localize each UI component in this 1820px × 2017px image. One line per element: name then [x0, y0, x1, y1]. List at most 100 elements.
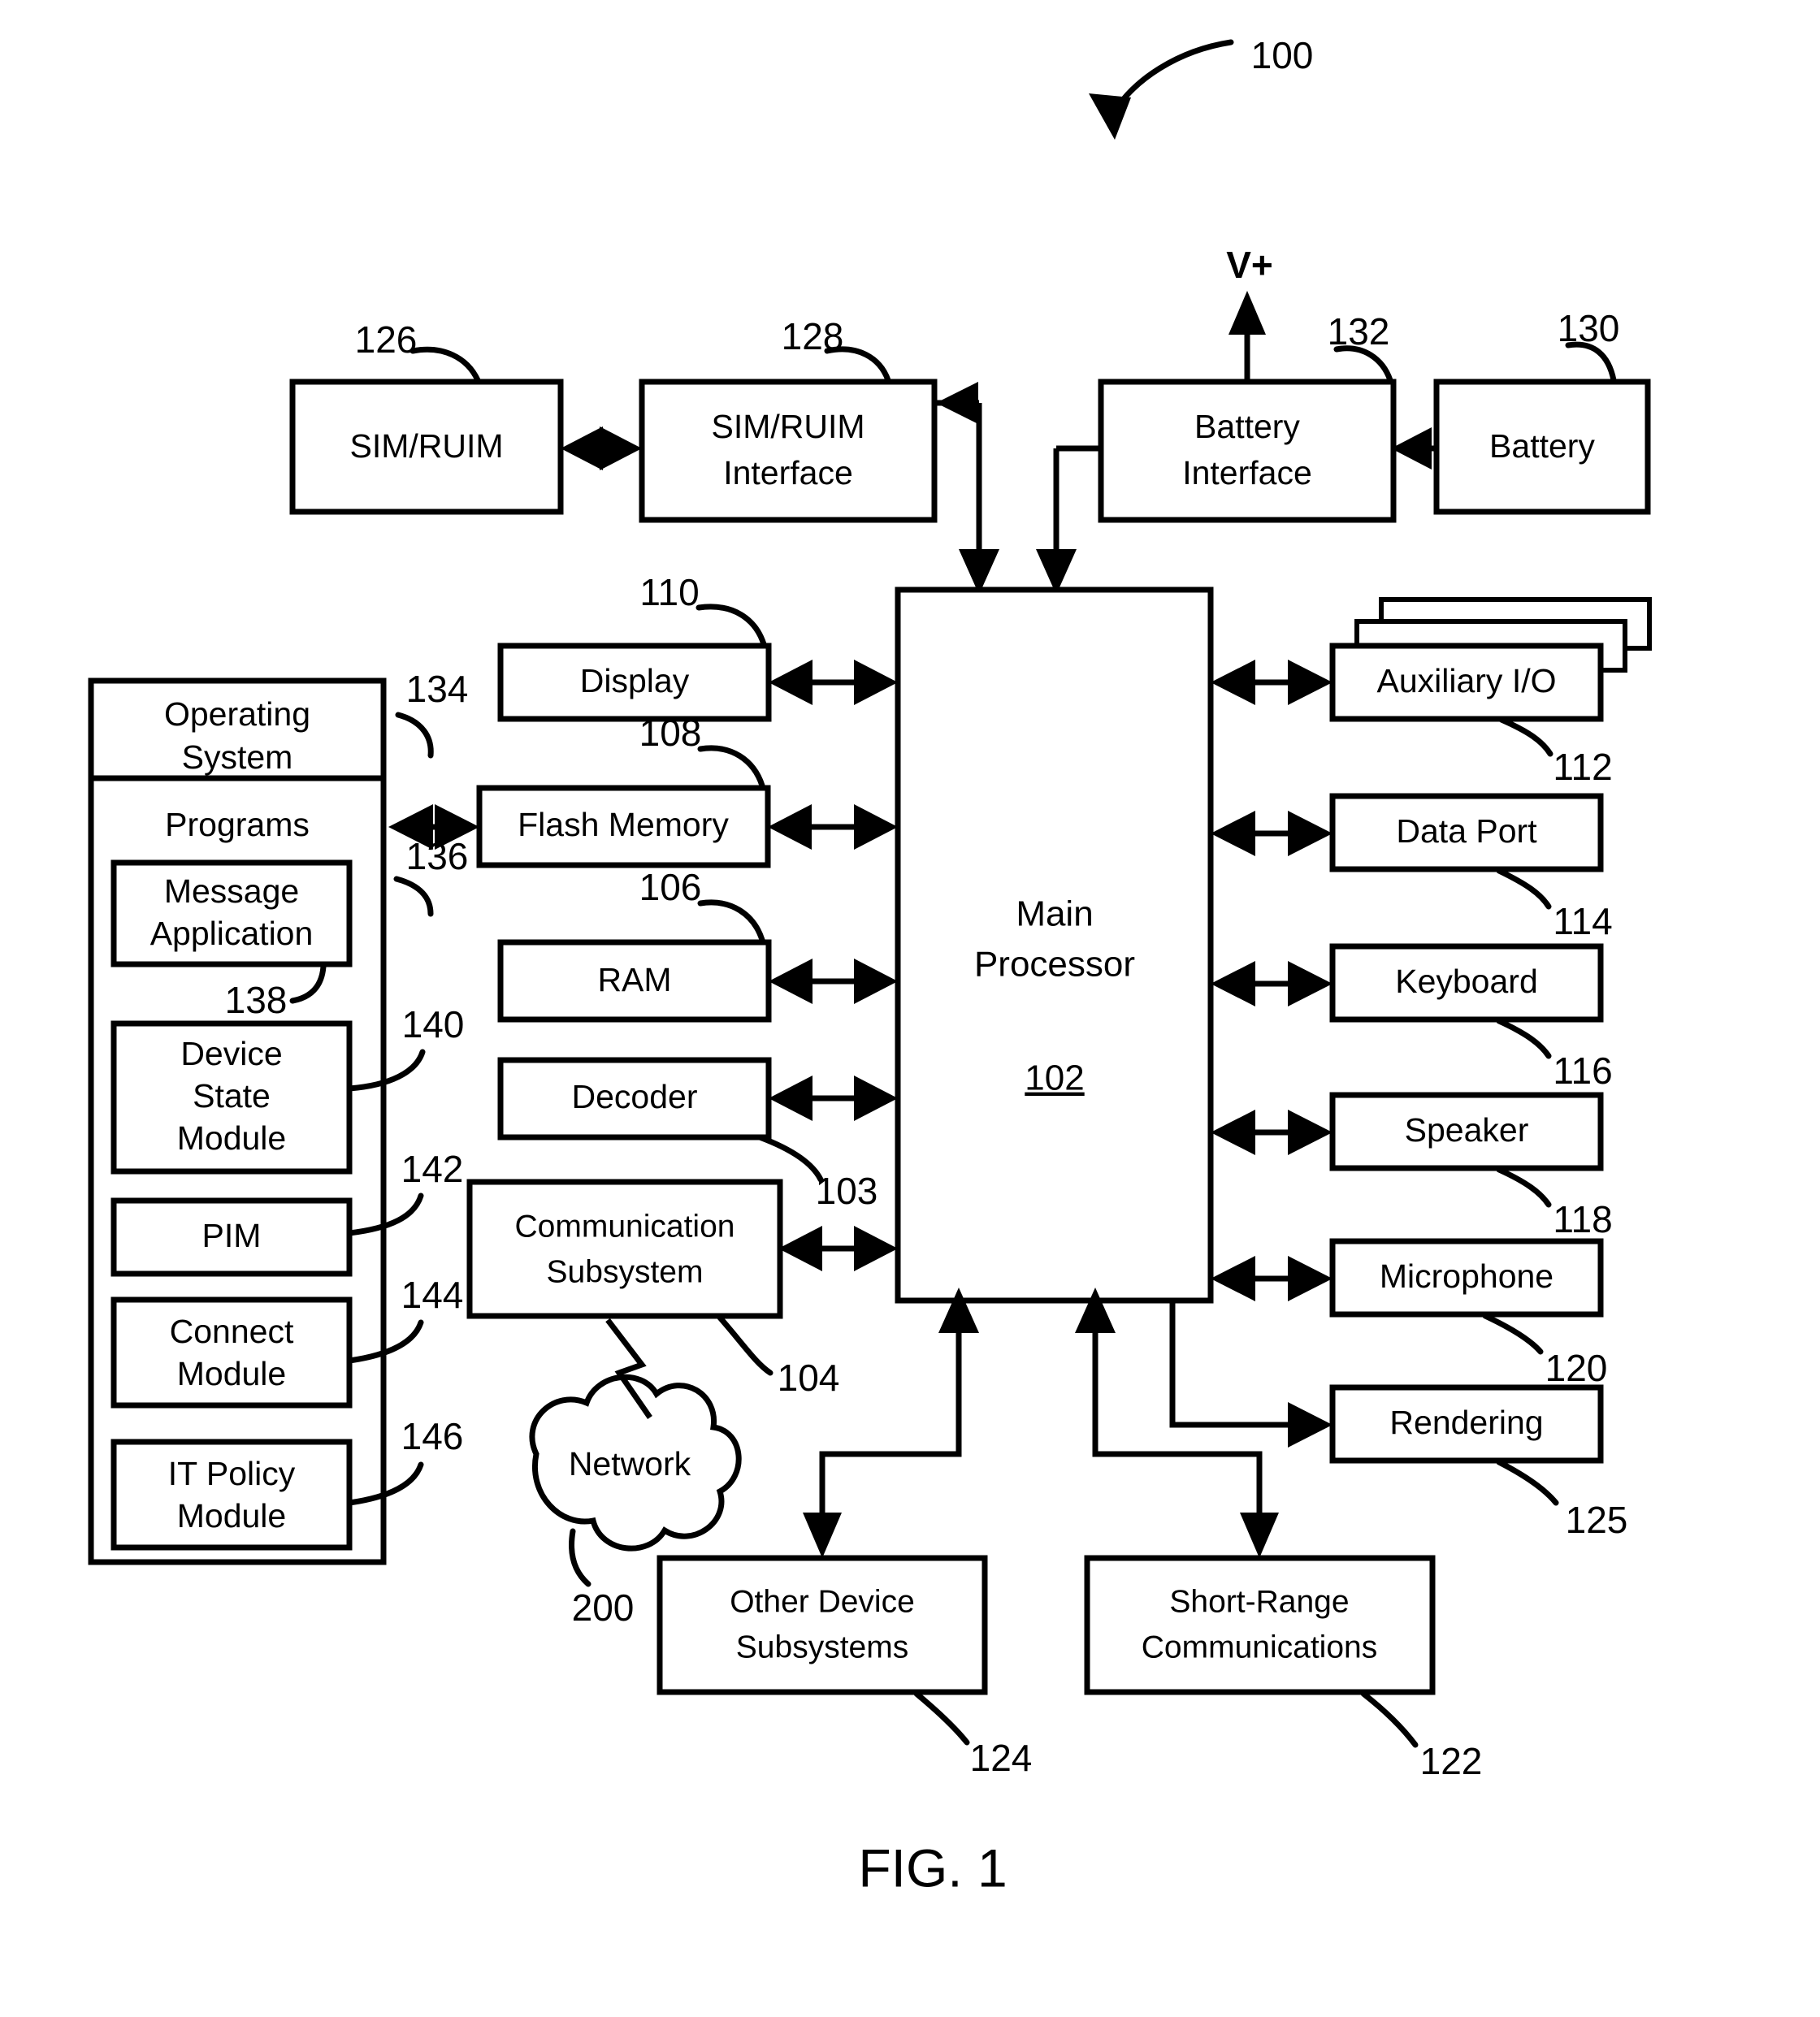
ref-146: 146 [401, 1415, 464, 1457]
ref-106: 106 [639, 866, 702, 908]
ref-136: 136 [406, 835, 469, 877]
auxiliary-io-label: Auxiliary I/O [1377, 662, 1557, 699]
block-speaker: Speaker 118 [1329, 1092, 1613, 1240]
ref-124: 124 [970, 1737, 1033, 1779]
connector-ram-processor [769, 959, 898, 1004]
block-ram: RAM 106 [497, 866, 772, 1023]
battery-interface-label-1: Battery [1194, 408, 1300, 445]
programs-label: Programs [165, 806, 310, 843]
connector-battery-to-interface [1391, 427, 1436, 470]
block-communication-subsystem: Communication Subsystem 104 [466, 1179, 840, 1399]
connector-sim-to-interface [561, 426, 642, 470]
data-port-label: Data Port [1396, 812, 1537, 850]
ref-102: 102 [1025, 1058, 1084, 1098]
it-policy-label-1: IT Policy [168, 1455, 296, 1492]
flash-memory-label: Flash Memory [518, 806, 729, 843]
ram-label: RAM [597, 961, 671, 998]
connector-sim-interface-to-processor [934, 382, 999, 595]
block-main-processor: Main Processor 102 [895, 586, 1214, 1304]
battery-label: Battery [1489, 427, 1595, 465]
device-state-label-2: State [193, 1077, 271, 1115]
ref-114: 114 [1553, 900, 1612, 942]
ref-144: 144 [401, 1274, 464, 1316]
connect-module-label-1: Connect [170, 1313, 294, 1350]
ref-100: 100 [1251, 34, 1314, 76]
ref-112: 112 [1553, 746, 1612, 788]
block-sim-ruim-interface: SIM/RUIM Interface 128 [639, 315, 938, 523]
ref-108: 108 [639, 712, 702, 754]
sim-ruim-interface-label-2: Interface [723, 454, 853, 491]
pim-label: PIM [202, 1217, 262, 1254]
battery-interface-label-2: Interface [1182, 454, 1312, 491]
ref-103: 103 [816, 1170, 878, 1212]
keyboard-label: Keyboard [1395, 963, 1538, 1000]
speaker-label: Speaker [1405, 1111, 1529, 1149]
connector-flash-processor [768, 804, 898, 850]
short-range-label-2: Communications [1142, 1630, 1377, 1664]
block-short-range-communications: Short-Range Communications 122 [1084, 1555, 1483, 1782]
ref-142: 142 [401, 1148, 464, 1190]
ref-122: 122 [1420, 1740, 1483, 1782]
connector-decoder-processor [769, 1076, 898, 1121]
comm-subsystem-label-2: Subsystem [547, 1254, 704, 1289]
ref-125: 125 [1566, 1499, 1628, 1541]
block-rendering: Rendering 125 [1329, 1384, 1628, 1541]
block-keyboard: Keyboard 116 [1329, 943, 1613, 1092]
connect-module-label-2: Module [177, 1355, 286, 1392]
ref-134: 134 [406, 668, 469, 710]
connector-processor-other-device [803, 1288, 979, 1558]
display-label: Display [580, 662, 690, 699]
block-sim-ruim: SIM/RUIM 126 [289, 318, 564, 515]
connector-display-processor [769, 660, 898, 705]
connector-processor-microphone [1211, 1256, 1332, 1301]
network-label: Network [569, 1445, 691, 1482]
operating-system-label-1: Operating [164, 695, 310, 733]
message-application-label-1: Message [164, 872, 299, 910]
connector-processor-keyboard [1211, 961, 1332, 1006]
memory-container: Operating System 134 Programs 136 Messag… [88, 668, 469, 1565]
message-application-label-2: Application [150, 915, 314, 952]
ref-126: 126 [355, 318, 418, 361]
block-diagram-canvas: 100 SIM/RUIM 126 SIM/RUIM Interface 128 … [88, 34, 1652, 1898]
connector-processor-speaker [1211, 1110, 1332, 1155]
block-battery: Battery 130 [1433, 307, 1651, 515]
ref-132: 132 [1328, 310, 1390, 353]
microphone-label: Microphone [1380, 1257, 1554, 1295]
ref-116: 116 [1553, 1050, 1612, 1092]
ref-118: 118 [1553, 1198, 1612, 1240]
connector-processor-data-port [1211, 811, 1332, 856]
it-policy-label-2: Module [177, 1497, 286, 1534]
block-flash-memory: Flash Memory 108 [476, 712, 771, 868]
block-microphone: Microphone 120 [1329, 1238, 1608, 1389]
ref-130: 130 [1558, 307, 1620, 349]
vplus-label: V+ [1226, 244, 1273, 286]
block-auxiliary-io: Auxiliary I/O 112 [1329, 597, 1652, 788]
patent-figure-1: 100 SIM/RUIM 126 SIM/RUIM Interface 128 … [0, 0, 1820, 2017]
block-other-device-subsystems: Other Device Subsystems 124 [656, 1555, 1033, 1779]
operating-system-label-2: System [182, 738, 293, 776]
other-device-label-2: Subsystems [736, 1630, 908, 1664]
ref-128: 128 [782, 315, 844, 357]
comm-subsystem-label-1: Communication [515, 1209, 735, 1244]
other-device-label-1: Other Device [730, 1584, 915, 1619]
rendering-label: Rendering [1389, 1404, 1543, 1441]
main-processor-label-1: Main [1016, 894, 1093, 934]
vplus-output: V+ [1226, 244, 1273, 380]
block-device-state-module: Device State Module 140 [110, 1003, 465, 1175]
short-range-label-1: Short-Range [1169, 1584, 1349, 1619]
block-display: Display 110 [497, 571, 772, 722]
ref-104: 104 [778, 1357, 840, 1399]
connector-wireless-link [605, 1318, 652, 1419]
connector-comm-processor [778, 1226, 898, 1271]
ref-140: 140 [402, 1003, 465, 1045]
connector-processor-auxiliary-io [1211, 660, 1332, 705]
main-processor-label-2: Processor [974, 945, 1135, 985]
sim-ruim-label: SIM/RUIM [349, 427, 503, 465]
device-state-label-1: Device [180, 1035, 282, 1072]
ref-138: 138 [225, 979, 288, 1021]
ref-120: 120 [1545, 1347, 1608, 1389]
ref-110: 110 [639, 571, 699, 613]
connector-battery-interface-to-processor [1036, 445, 1101, 595]
ref-200: 200 [572, 1586, 635, 1629]
device-state-label-3: Module [177, 1119, 286, 1157]
